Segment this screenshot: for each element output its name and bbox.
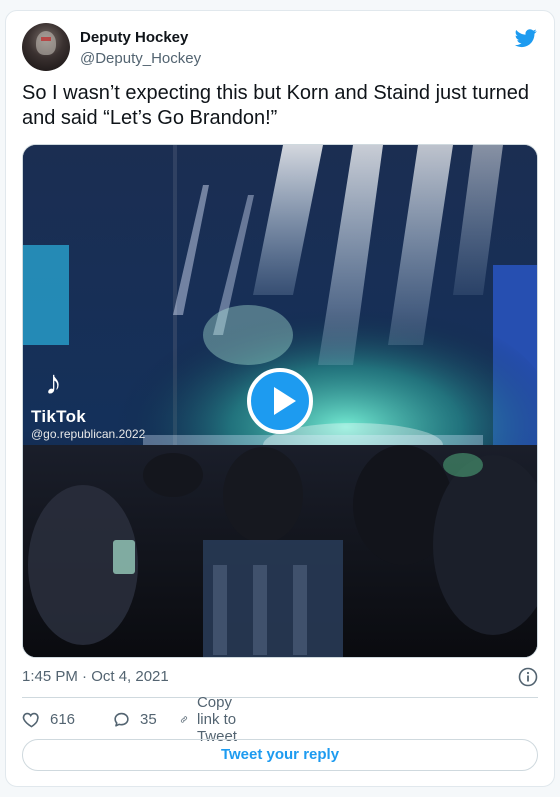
tiktok-logo: ♪ <box>45 364 62 402</box>
copy-link-label: Copy link to Tweet <box>196 693 237 745</box>
tiktok-watermark-title: TikTok <box>31 407 87 426</box>
copy-link-action[interactable]: Copy link to Tweet <box>180 694 248 745</box>
tweet-timestamp[interactable]: 1:45 PM · Oct 4, 2021 <box>22 668 169 685</box>
play-icon <box>274 387 296 415</box>
tweet-header: Deputy Hockey @Deputy_Hockey <box>22 23 538 73</box>
link-icon <box>180 715 188 723</box>
tweet-reply-button[interactable]: Tweet your reply <box>22 739 538 771</box>
like-action[interactable]: 616 <box>22 708 75 730</box>
like-count: 616 <box>50 710 76 728</box>
author-name[interactable]: Deputy Hockey <box>80 29 188 46</box>
avatar-detail <box>41 37 51 41</box>
author-avatar[interactable] <box>22 23 70 71</box>
twitter-bird-icon[interactable] <box>514 27 538 49</box>
tweet-text: So I wasn’t expecting this but Korn and … <box>22 82 529 129</box>
info-icon[interactable] <box>518 667 538 687</box>
speech-bubble-icon <box>114 712 129 727</box>
avatar-face <box>36 31 56 55</box>
reply-action[interactable]: 35 <box>112 708 157 730</box>
play-button[interactable] <box>247 368 313 434</box>
divider <box>22 697 538 698</box>
heart-icon <box>22 712 39 728</box>
tiktok-watermark-user: @go.republican.2022 <box>31 427 146 441</box>
reply-count: 35 <box>140 710 157 728</box>
author-handle[interactable]: @Deputy_Hockey <box>80 50 201 67</box>
tweet-card: Deputy Hockey @Deputy_Hockey So I wasn’t… <box>5 10 555 787</box>
video-player[interactable]: ♪ TikTok @go.republican.2022 <box>22 144 538 658</box>
